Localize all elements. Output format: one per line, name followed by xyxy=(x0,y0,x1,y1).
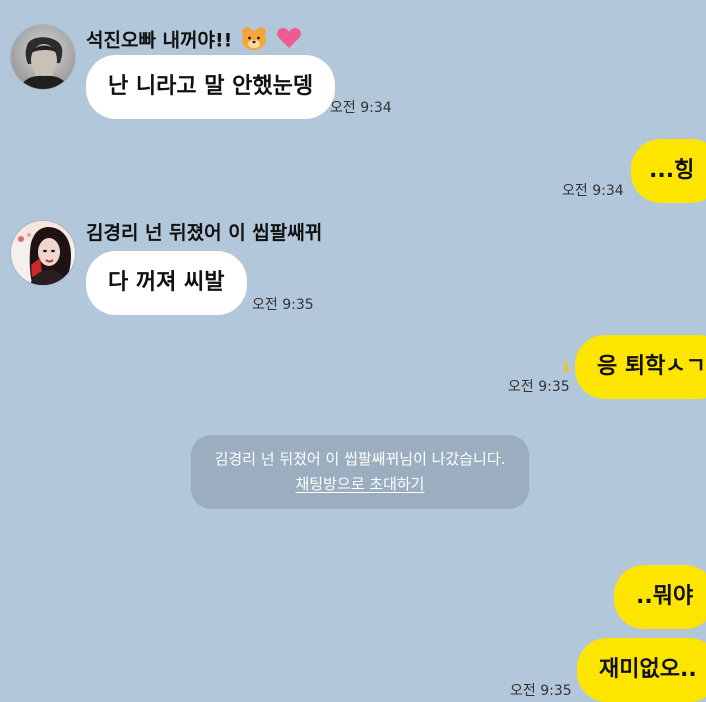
chat-room: 석진오빠 내꺼야!! 난 니라고 말 안했눈뎅 오전 9:34 오전 9:34 … xyxy=(0,0,706,702)
unread-count: 1 xyxy=(562,361,571,375)
invite-to-chat-link[interactable]: 채팅방으로 초대하기 xyxy=(296,472,425,497)
incoming-message-bubble[interactable]: 난 니라고 말 안했눈뎅 xyxy=(86,55,336,119)
bear-face-icon xyxy=(239,24,269,58)
sender-name: 석진오빠 내꺼야!! xyxy=(86,24,302,58)
notice-text: 김경리 넌 뒤졌어 이 씹팔쌔뀌님이 나갔습니다. xyxy=(214,450,506,468)
avatar[interactable] xyxy=(10,24,76,90)
message-time: 오전 9:35 xyxy=(252,297,314,313)
outgoing-message-bubble[interactable]: 재미없오.. xyxy=(577,638,706,702)
message-time: 오전 9:35 xyxy=(508,379,570,395)
sender-name: 김경리 넌 뒤졌어 이 씹팔쌔뀌 xyxy=(86,222,323,244)
outgoing-message-bubble[interactable]: 응 퇴학ㅅㄱ xyxy=(575,335,706,399)
message-time: 오전 9:34 xyxy=(330,100,392,116)
avatar[interactable] xyxy=(10,220,76,286)
outgoing-message-bubble[interactable]: ..뭐야 xyxy=(614,565,706,629)
heart-icon xyxy=(276,26,302,56)
message-time: 오전 9:34 xyxy=(562,183,624,199)
outgoing-message-bubble[interactable]: ...힝 xyxy=(631,139,706,203)
incoming-message-bubble[interactable]: 다 꺼져 씨발 xyxy=(86,251,247,315)
message-time: 오전 9:35 xyxy=(510,683,572,699)
system-notice: 김경리 넌 뒤졌어 이 씹팔쌔뀌님이 나갔습니다. 채팅방으로 초대하기 xyxy=(191,435,529,509)
